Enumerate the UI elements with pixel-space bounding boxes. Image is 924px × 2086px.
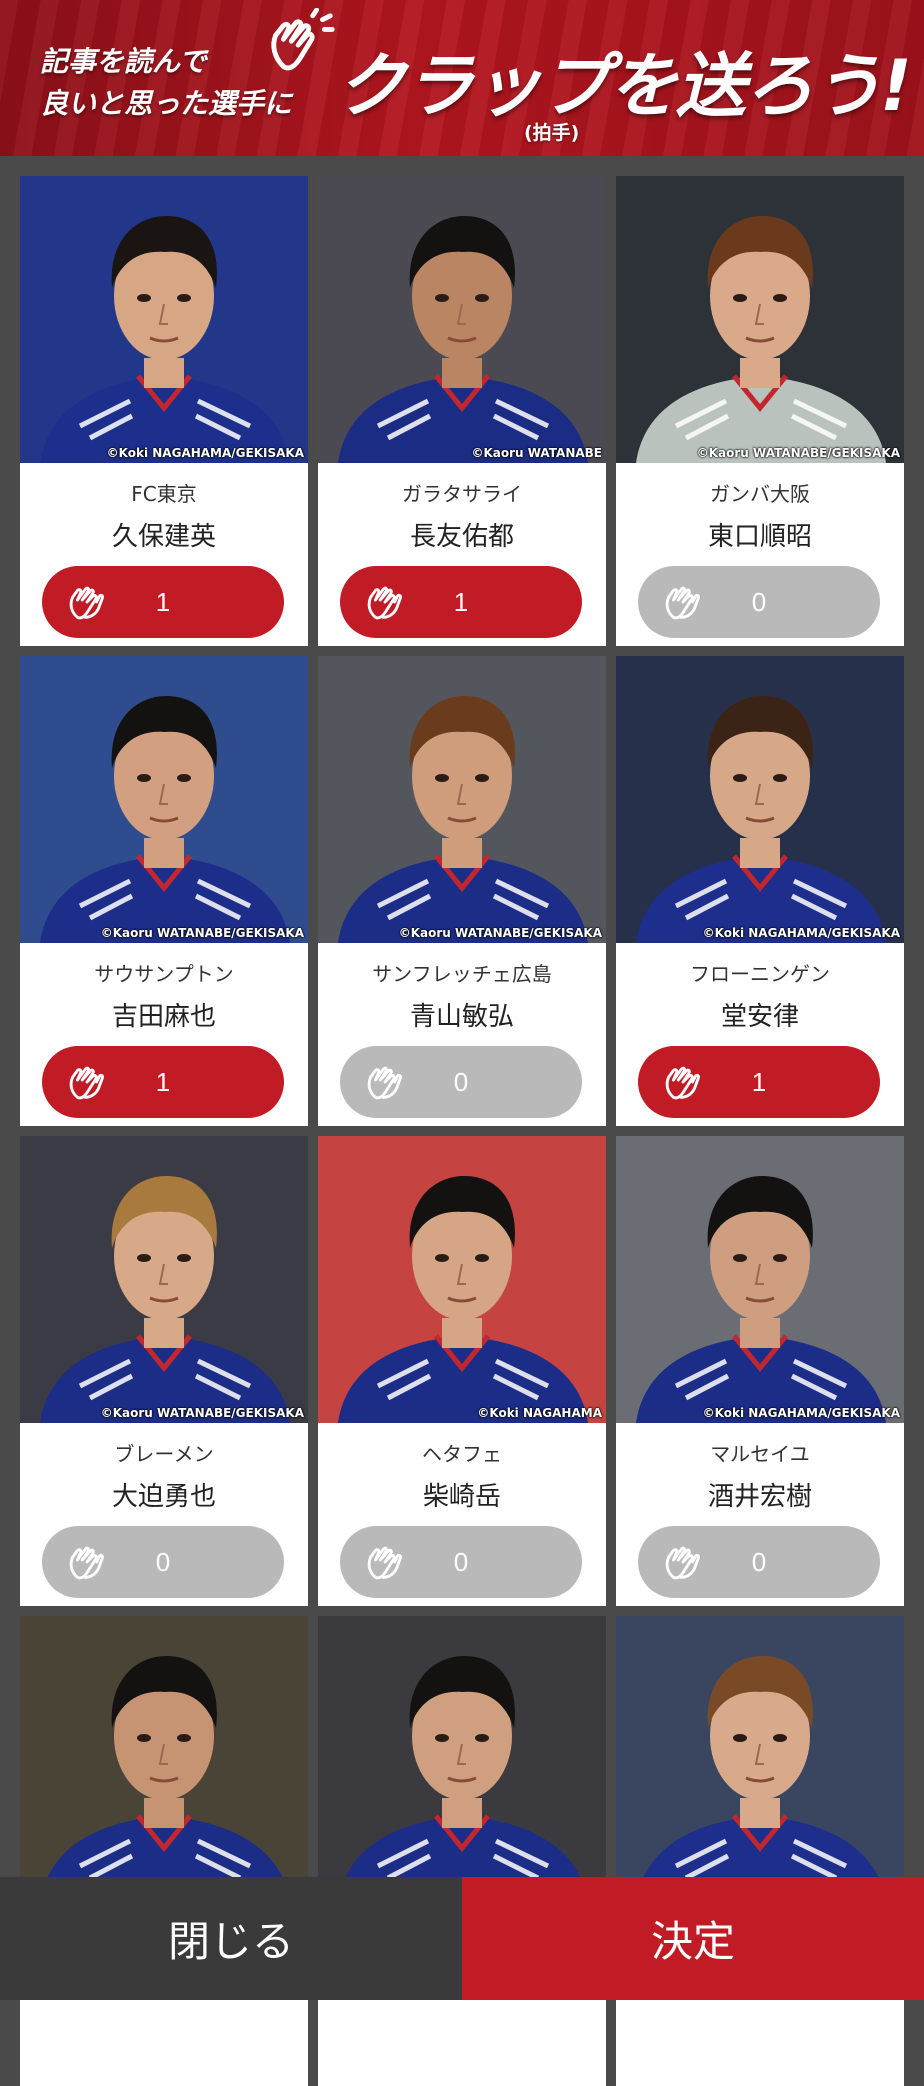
- player-name: 吉田麻也: [111, 1002, 216, 1032]
- clap-count: 1: [155, 1067, 171, 1097]
- player-team: ヘタフェ: [422, 1442, 502, 1466]
- photo-credit: ©Kaoru WATANABE/GEKISAKA: [696, 446, 900, 460]
- clap-count: 0: [453, 1547, 469, 1577]
- player-photo: ©Koki NAGAHAMA: [318, 1136, 606, 1423]
- clap-button[interactable]: 0: [340, 1046, 582, 1118]
- clap-count: 1: [751, 1067, 767, 1097]
- photo-credit: ©Kaoru WATANABE/GEKISAKA: [100, 1406, 304, 1420]
- player-team: FC東京: [131, 482, 197, 506]
- clap-button[interactable]: 1: [42, 566, 284, 638]
- clap-count: 0: [453, 1067, 469, 1097]
- clap-count: 1: [453, 587, 469, 617]
- player-photo: ©Kaoru WATANABE/GEKISAKA: [318, 656, 606, 943]
- player-card: ©Kaoru WATANABE/GEKISAKA ガンバ大阪東口順昭 0: [616, 176, 904, 646]
- player-card: ©Kaoru WATANABE/GEKISAKA ブレーメン大迫勇也 0: [20, 1136, 308, 1606]
- player-name: 東口順昭: [707, 522, 812, 552]
- player-photo: [20, 1616, 308, 1903]
- photo-credit: ©Koki NAGAHAMA: [477, 1406, 602, 1420]
- clap-button[interactable]: 1: [340, 566, 582, 638]
- player-photo: [318, 1616, 606, 1903]
- confirm-button[interactable]: 決定: [462, 1877, 924, 2000]
- player-card: ©Kaoru WATANABE ガラタサライ長友佑都 1: [318, 176, 606, 646]
- player-name: 大迫勇也: [111, 1482, 216, 1512]
- player-photo: ©Kaoru WATANABE/GEKISAKA: [20, 1136, 308, 1423]
- player-name: 青山敏弘: [409, 1002, 514, 1032]
- banner-line-2: 良いと思った選手に: [40, 87, 293, 120]
- photo-credit: ©Kaoru WATANABE/GEKISAKA: [398, 926, 602, 940]
- player-photo: ©Koki NAGAHAMA/GEKISAKA: [616, 656, 904, 943]
- photo-credit: ©Koki NAGAHAMA/GEKISAKA: [702, 1406, 900, 1420]
- player-team: ガンバ大阪: [710, 482, 810, 506]
- player-team: ブレーメン: [114, 1442, 214, 1466]
- player-photo: ©Koki NAGAHAMA/GEKISAKA: [20, 176, 308, 463]
- player-photo: [616, 1616, 904, 1903]
- clap-count: 0: [751, 1547, 767, 1577]
- clap-button[interactable]: 1: [638, 1046, 880, 1118]
- player-team: フローニンゲン: [690, 962, 830, 986]
- player-card: ©Kaoru WATANABE/GEKISAKA サンフレッチェ広島青山敏弘 0: [318, 656, 606, 1126]
- player-name: 久保建英: [111, 522, 216, 552]
- clap-button[interactable]: 1: [42, 1046, 284, 1118]
- bottom-bar: 閉じる 決定: [0, 1877, 924, 2000]
- player-name: 柴崎岳: [422, 1482, 501, 1512]
- player-name: 堂安律: [720, 1002, 799, 1032]
- clap-count: 1: [155, 587, 171, 617]
- clap-icon: [271, 8, 335, 71]
- player-team: ガラタサライ: [402, 482, 522, 506]
- player-card: ©Koki NAGAHAMA/GEKISAKA マルセイユ酒井宏樹 0: [616, 1136, 904, 1606]
- banner-line-1: 記事を読んで: [40, 45, 207, 78]
- player-card: [616, 1616, 904, 2086]
- player-team: マルセイユ: [710, 1442, 810, 1466]
- player-card: [20, 1616, 308, 2086]
- player-photo: ©Kaoru WATANABE: [318, 176, 606, 463]
- clap-count: 0: [751, 587, 767, 617]
- clap-banner: 記事を読んで 良いと思った選手に クラップを送ろう! (拍手): [0, 0, 924, 156]
- photo-credit: ©Kaoru WATANABE/GEKISAKA: [100, 926, 304, 940]
- player-name: 長友佑都: [409, 522, 514, 552]
- player-photo: ©Kaoru WATANABE/GEKISAKA: [616, 176, 904, 463]
- clap-button[interactable]: 0: [638, 1526, 880, 1598]
- player-card: [318, 1616, 606, 2086]
- player-photo: ©Koki NAGAHAMA/GEKISAKA: [616, 1136, 904, 1423]
- player-photo: ©Kaoru WATANABE/GEKISAKA: [20, 656, 308, 943]
- banner-title: クラップを送ろう!: [336, 45, 912, 127]
- player-team: サウサンプトン: [94, 962, 234, 986]
- photo-credit: ©Koki NAGAHAMA/GEKISAKA: [702, 926, 900, 940]
- clap-button[interactable]: 0: [42, 1526, 284, 1598]
- clap-button[interactable]: 0: [340, 1526, 582, 1598]
- player-name: 酒井宏樹: [707, 1482, 812, 1512]
- player-card: ©Koki NAGAHAMA/GEKISAKA FC東京久保建英 1: [20, 176, 308, 646]
- player-card: ©Koki NAGAHAMA ヘタフェ柴崎岳 0: [318, 1136, 606, 1606]
- photo-credit: ©Koki NAGAHAMA/GEKISAKA: [106, 446, 304, 460]
- player-card: ©Kaoru WATANABE/GEKISAKA サウサンプトン吉田麻也 1: [20, 656, 308, 1126]
- player-card: ©Koki NAGAHAMA/GEKISAKA フローニンゲン堂安律 1: [616, 656, 904, 1126]
- clap-count: 0: [155, 1547, 171, 1577]
- clap-button[interactable]: 0: [638, 566, 880, 638]
- player-team: サンフレッチェ広島: [372, 962, 552, 986]
- banner-subtitle: (拍手): [524, 122, 580, 144]
- photo-credit: ©Kaoru WATANABE: [471, 446, 602, 460]
- close-button[interactable]: 閉じる: [0, 1877, 462, 2000]
